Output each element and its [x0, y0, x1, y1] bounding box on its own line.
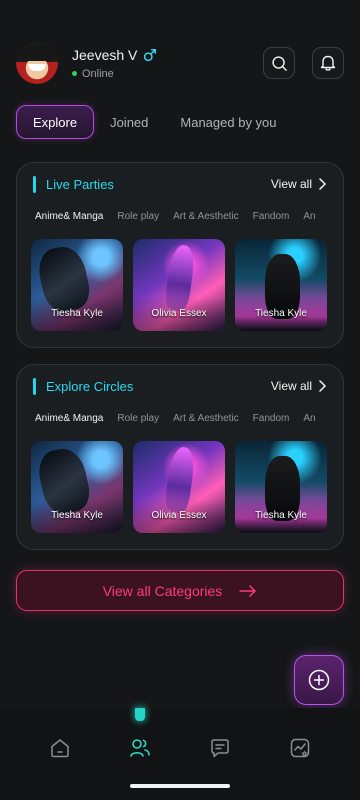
card-name: Tiesha Kyle: [51, 510, 103, 521]
male-icon: [144, 48, 157, 61]
home-icon: [51, 739, 69, 758]
party-card[interactable]: Tiesha Kyle: [31, 239, 123, 331]
nav-community[interactable]: [120, 728, 160, 768]
category-chip[interactable]: Fandom: [253, 413, 290, 427]
avatar[interactable]: [16, 42, 58, 84]
community-icon: [130, 739, 150, 757]
party-card[interactable]: Tiesha Kyle: [235, 239, 327, 331]
view-all-categories-button[interactable]: View all Categories: [16, 570, 344, 611]
card-name: Olivia Essex: [151, 308, 207, 319]
card-name: Tiesha Kyle: [255, 510, 307, 521]
section-title: Live Parties: [46, 176, 114, 192]
activity-icon: [290, 738, 310, 758]
nav-messages[interactable]: [200, 728, 240, 768]
section-accent: [33, 377, 36, 395]
card-name: Tiesha Kyle: [51, 308, 103, 319]
view-all-label: View all: [270, 379, 312, 393]
bell-icon: [320, 55, 336, 71]
online-dot-icon: [72, 71, 77, 76]
category-chip[interactable]: Anime& Manga: [35, 413, 103, 427]
explore-circles-section: Explore Circles View all Anime& Manga Ro…: [16, 364, 344, 550]
category-chip[interactable]: Art & Aesthetic: [173, 413, 239, 427]
messages-icon: [211, 739, 229, 758]
circle-card[interactable]: Olivia Essex: [133, 441, 225, 533]
search-button[interactable]: [263, 47, 295, 79]
active-tab-indicator: [135, 708, 145, 721]
circle-card[interactable]: Tiesha Kyle: [31, 441, 123, 533]
card-name: Olivia Essex: [151, 510, 207, 521]
category-chip[interactable]: Anime& Manga: [35, 211, 103, 225]
view-all-categories-label: View all Categories: [102, 582, 223, 599]
notifications-button[interactable]: [312, 47, 344, 79]
party-cards: Tiesha Kyle Olivia Essex Tiesha Kyle: [31, 239, 343, 333]
category-chip[interactable]: An: [303, 413, 315, 427]
category-chip[interactable]: An: [303, 211, 315, 225]
bottom-navigation: [0, 708, 360, 800]
tab-joined[interactable]: Joined: [94, 105, 164, 139]
category-chip[interactable]: Role play: [117, 413, 159, 427]
status-text: Online: [82, 67, 114, 80]
tab-explore[interactable]: Explore: [16, 105, 95, 139]
community-tabs: Explore Joined Managed by you: [16, 105, 293, 139]
view-all-link[interactable]: View all: [271, 379, 327, 393]
category-chip[interactable]: Art & Aesthetic: [173, 211, 239, 225]
search-icon: [271, 55, 287, 71]
chevron-right-icon: [319, 178, 327, 190]
category-filters: Anime& Manga Role play Art & Aesthetic F…: [35, 413, 343, 427]
header-actions: [263, 47, 344, 79]
online-status: Online: [72, 68, 157, 80]
circle-card[interactable]: Tiesha Kyle: [235, 441, 327, 533]
category-filters: Anime& Manga Role play Art & Aesthetic F…: [35, 211, 343, 225]
circle-cards: Tiesha Kyle Olivia Essex Tiesha Kyle: [31, 441, 343, 535]
party-card[interactable]: Olivia Essex: [133, 239, 225, 331]
user-info: Jeevesh V Online: [72, 47, 157, 80]
card-name: Tiesha Kyle: [255, 308, 307, 319]
user-name-row: Jeevesh V: [72, 47, 157, 63]
section-header: Live Parties View all: [33, 175, 327, 193]
tab-managed-by-you[interactable]: Managed by you: [164, 105, 292, 139]
profile-header: Jeevesh V Online: [16, 42, 344, 84]
chevron-right-icon: [319, 380, 327, 392]
nav-home[interactable]: [40, 728, 80, 768]
section-accent: [33, 175, 36, 193]
create-button[interactable]: [294, 655, 344, 705]
plus-icon: [308, 669, 330, 691]
category-chip[interactable]: Role play: [117, 211, 159, 225]
user-name: Jeevesh V: [72, 46, 138, 63]
home-indicator: [130, 784, 230, 788]
view-all-link[interactable]: View all: [271, 177, 327, 191]
live-parties-section: Live Parties View all Anime& Manga Role …: [16, 162, 344, 348]
section-title: Explore Circles: [46, 378, 134, 394]
category-chip[interactable]: Fandom: [253, 211, 290, 225]
section-header: Explore Circles View all: [33, 377, 327, 395]
nav-activity[interactable]: [280, 728, 320, 768]
arrow-right-icon: [239, 584, 257, 597]
view-all-label: View all: [270, 177, 312, 191]
